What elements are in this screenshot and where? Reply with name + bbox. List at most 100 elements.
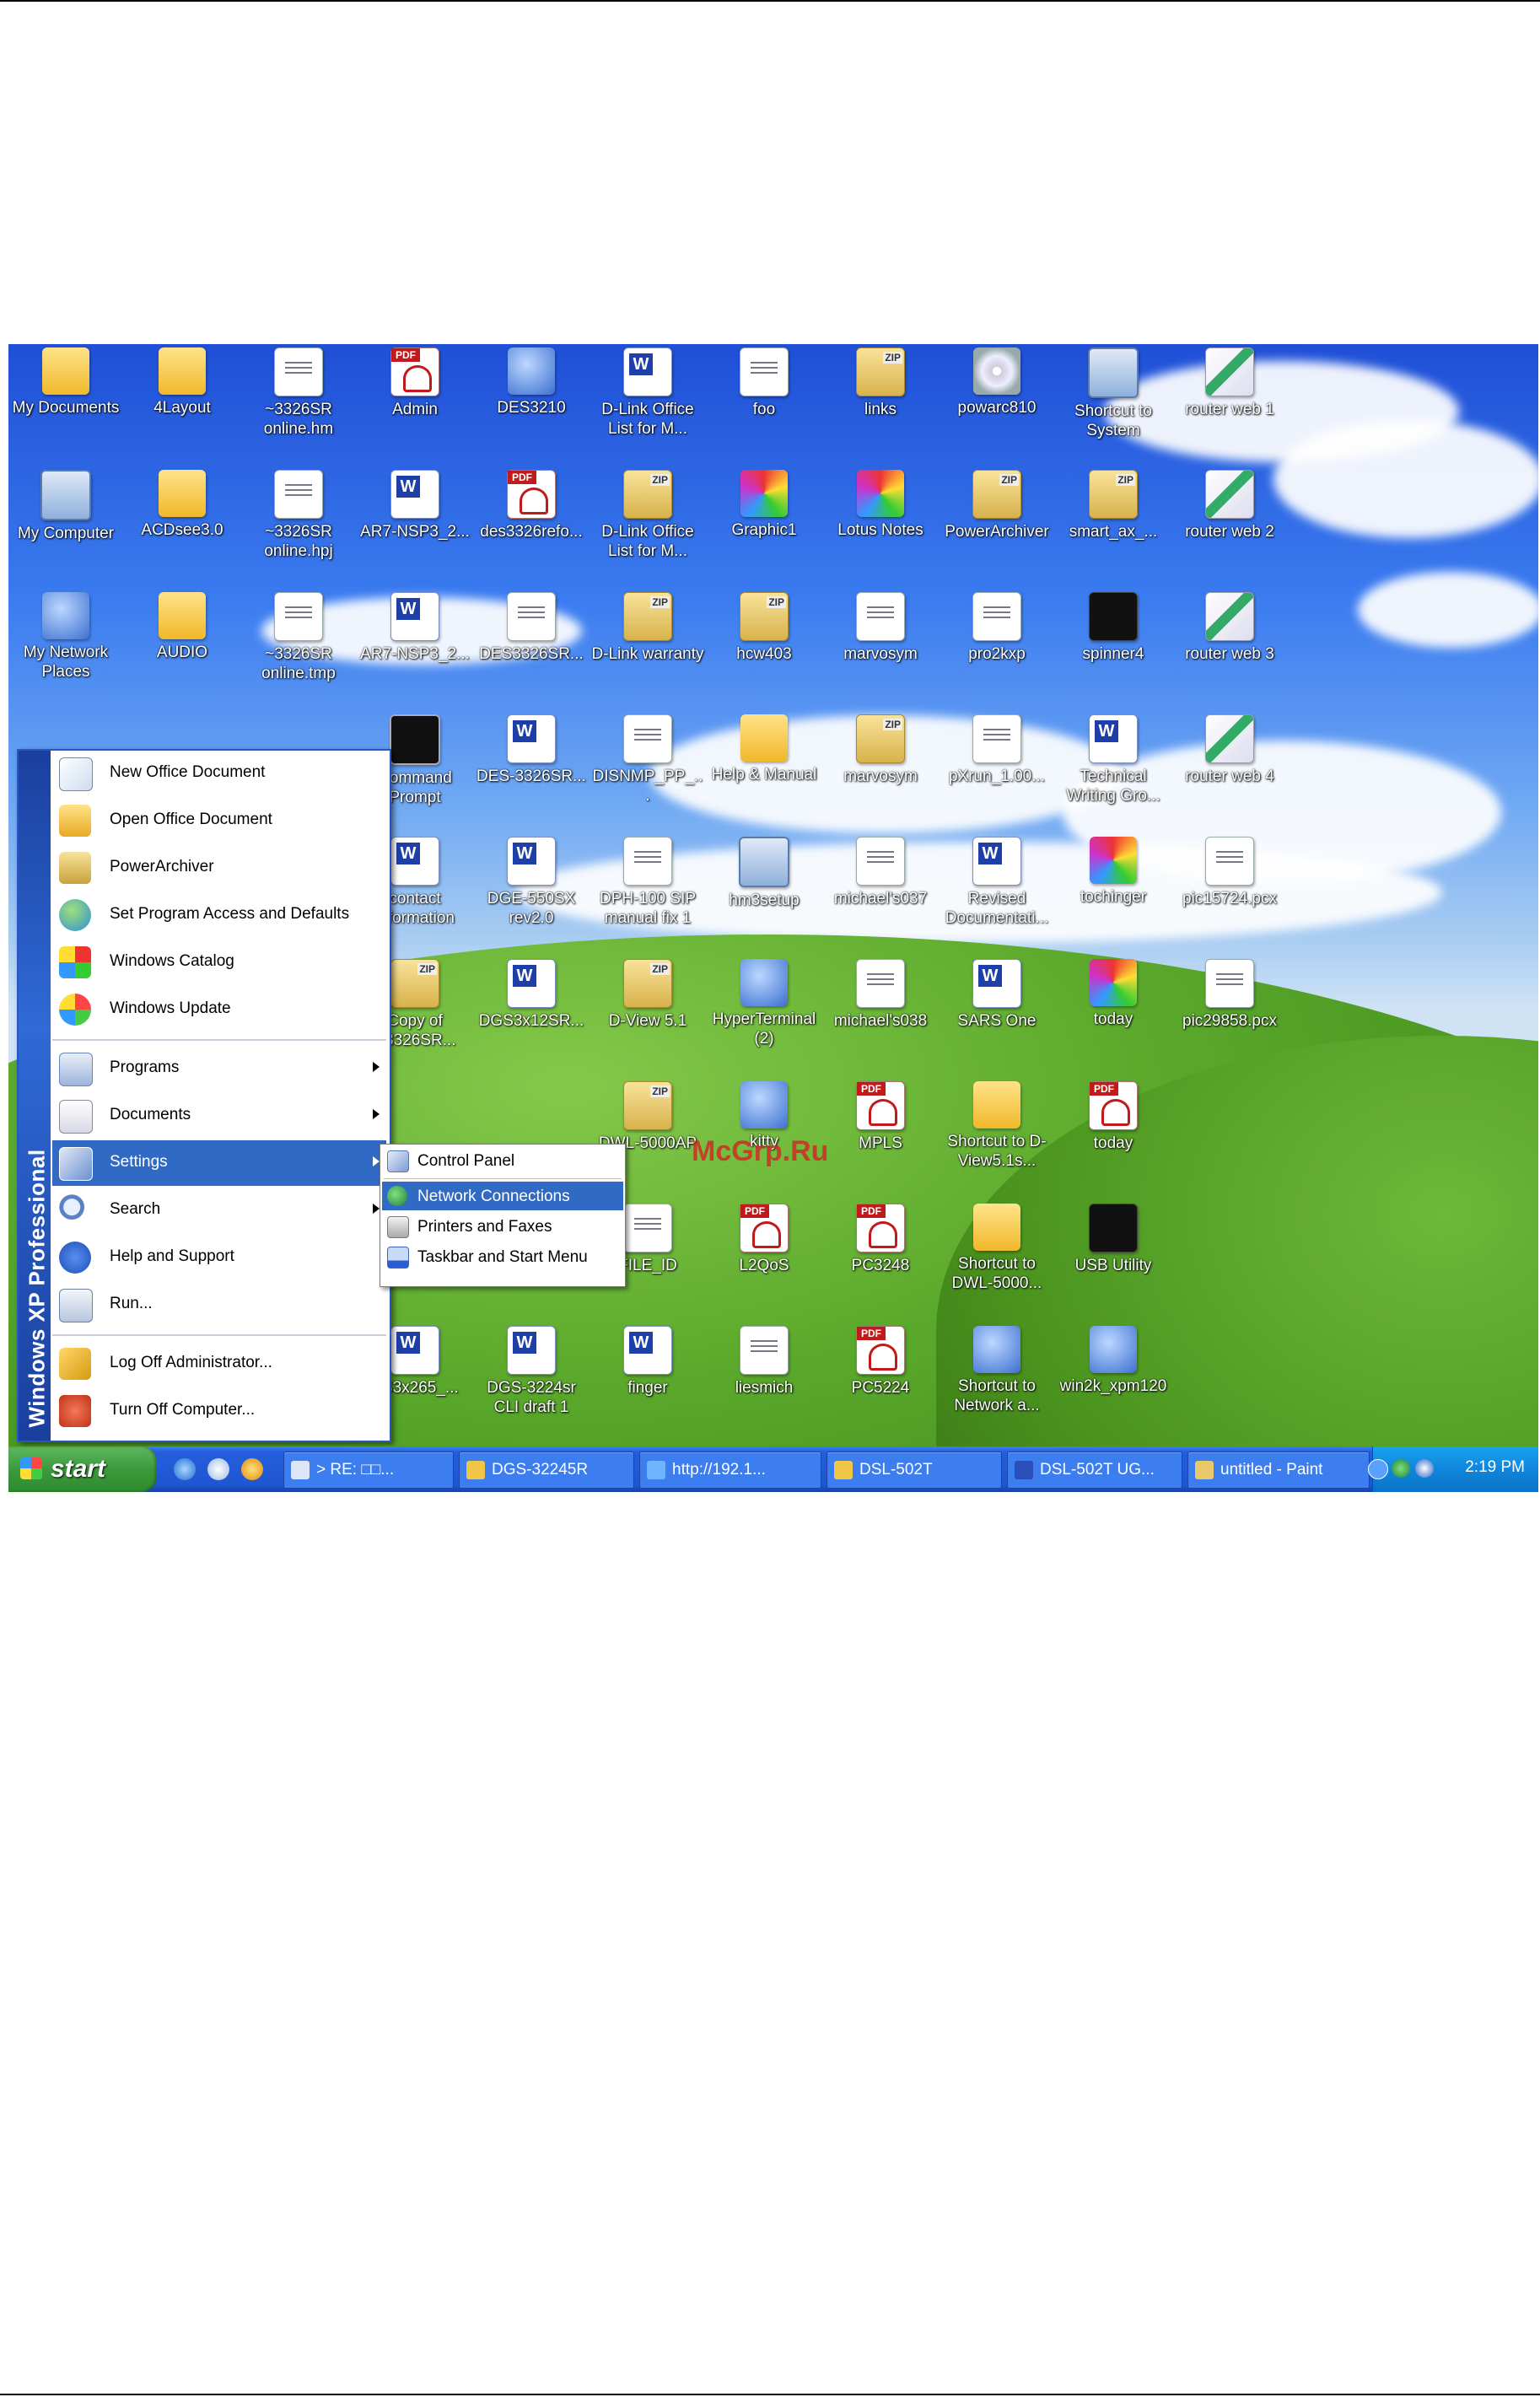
start-menu-item-log-off[interactable]: Log Off Administrator... bbox=[52, 1341, 386, 1387]
desktop-icon[interactable]: DES3326SR... bbox=[474, 589, 589, 707]
desktop-icon[interactable]: router web 3 bbox=[1172, 589, 1287, 707]
desktop-icon[interactable]: DISNMP_PP_... bbox=[590, 711, 705, 829]
desktop-icon[interactable]: router web 2 bbox=[1172, 466, 1287, 584]
desktop-icon[interactable]: My Network Places bbox=[8, 589, 123, 707]
start-menu-item-documents[interactable]: Documents bbox=[52, 1093, 386, 1139]
desktop-icon[interactable]: Revised Documentati... bbox=[940, 833, 1054, 951]
desktop-icon[interactable]: hcw403 bbox=[707, 589, 821, 707]
network-tray-icon[interactable] bbox=[1392, 1459, 1410, 1478]
desktop-icon[interactable]: router web 1 bbox=[1172, 344, 1287, 462]
taskbar-button-re[interactable]: > RE: □□... bbox=[283, 1452, 454, 1489]
desktop-icon[interactable]: hm3setup bbox=[707, 833, 821, 951]
start-menu-item-run[interactable]: Run... bbox=[52, 1282, 386, 1328]
desktop-icon[interactable]: Shortcut to DWL-5000... bbox=[940, 1200, 1054, 1318]
desktop-icon[interactable]: des3326refo... bbox=[474, 466, 589, 584]
desktop-icon[interactable]: win2k_xpm120 bbox=[1056, 1322, 1171, 1441]
start-menu-item-set-program-access[interactable]: Set Program Access and Defaults bbox=[52, 892, 386, 938]
desktop-icon[interactable]: smart_ax_... bbox=[1056, 466, 1171, 584]
desktop-icon[interactable]: D-Link warranty bbox=[590, 589, 705, 707]
desktop-icon[interactable]: SARS One bbox=[940, 956, 1054, 1074]
desktop-icon[interactable]: powarc810 bbox=[940, 344, 1054, 462]
tray-icon[interactable] bbox=[1415, 1459, 1434, 1478]
desktop-icon[interactable]: Lotus Notes bbox=[823, 466, 938, 584]
submenu-item-printers-and-faxes[interactable]: Printers and Faxes bbox=[382, 1212, 623, 1241]
desktop-icon[interactable]: DES-3326SR... bbox=[474, 711, 589, 829]
desktop-icon[interactable]: HyperTerminal (2) bbox=[707, 956, 821, 1074]
submenu-item-taskbar-and-start-menu[interactable]: Taskbar and Start Menu bbox=[382, 1242, 623, 1271]
outlook-express-icon[interactable] bbox=[207, 1458, 229, 1480]
desktop-icon[interactable]: DGE-550SX rev2.0 bbox=[474, 833, 589, 951]
desktop-icon[interactable]: Technical Writing Gro... bbox=[1056, 711, 1171, 829]
desktop-icon[interactable]: DGS3x12SR... bbox=[474, 956, 589, 1074]
start-menu-item-windows-update[interactable]: Windows Update bbox=[52, 987, 386, 1032]
media-player-icon[interactable] bbox=[241, 1458, 263, 1480]
start-menu-item-windows-catalog[interactable]: Windows Catalog bbox=[52, 940, 386, 985]
taskbar-button-http[interactable]: http://192.1... bbox=[639, 1452, 821, 1489]
desktop-icon[interactable]: today bbox=[1056, 956, 1171, 1074]
start-button[interactable]: start bbox=[8, 1446, 157, 1492]
desktop-icon[interactable]: pic29858.pcx bbox=[1172, 956, 1287, 1074]
desktop-icon[interactable]: DPH-100 SIP manual fix 1 bbox=[590, 833, 705, 951]
desktop-icon[interactable]: router web 4 bbox=[1172, 711, 1287, 829]
desktop-icon[interactable]: tochinger bbox=[1056, 833, 1171, 951]
desktop-icon[interactable]: spinner4 bbox=[1056, 589, 1171, 707]
desktop-icon[interactable]: Help & Manual bbox=[707, 711, 821, 829]
desktop-icon[interactable]: michael's038 bbox=[823, 956, 938, 1074]
desktop-icon[interactable]: Shortcut to D-View5.1s... bbox=[940, 1078, 1054, 1196]
desktop-icon[interactable]: pic15724.pcx bbox=[1172, 833, 1287, 951]
desktop-icon[interactable]: USB Utility bbox=[1056, 1200, 1171, 1318]
desktop-icon[interactable]: DES3210 bbox=[474, 344, 589, 462]
desktop-icon[interactable]: pXrun_1.00... bbox=[940, 711, 1054, 829]
chevron-right-icon bbox=[373, 1204, 380, 1214]
start-menu-item-search[interactable]: Search bbox=[52, 1188, 386, 1233]
desktop-icon[interactable]: PC5224 bbox=[823, 1322, 938, 1441]
desktop-icon[interactable]: ~3326SR online.tmp bbox=[241, 589, 356, 707]
desktop-icon[interactable]: My Computer bbox=[8, 466, 123, 584]
internet-explorer-icon[interactable] bbox=[174, 1458, 196, 1480]
start-menu-item-programs[interactable]: Programs bbox=[52, 1046, 386, 1091]
desktop-icon[interactable]: marvosym bbox=[823, 711, 938, 829]
tray-expand-icon[interactable] bbox=[1368, 1459, 1388, 1479]
desktop-icon[interactable]: Shortcut to System bbox=[1056, 344, 1171, 462]
submenu-item-control-panel[interactable]: Control Panel bbox=[382, 1146, 623, 1175]
desktop-icon[interactable]: ACDsee3.0 bbox=[125, 466, 240, 584]
desktop-icon[interactable]: Graphic1 bbox=[707, 466, 821, 584]
desktop-icon[interactable]: liesmich bbox=[707, 1322, 821, 1441]
taskbar-button-dsl-502t[interactable]: DSL-502T bbox=[827, 1452, 1002, 1489]
start-menu-item-help-and-support[interactable]: Help and Support bbox=[52, 1235, 386, 1280]
desktop-icon[interactable]: AR7-NSP3_2... bbox=[358, 466, 472, 584]
desktop-icon[interactable]: AR7-NSP3_2... bbox=[358, 589, 472, 707]
desktop-icon[interactable]: pro2kxp bbox=[940, 589, 1054, 707]
desktop-icon[interactable]: D-Link Office List for M... bbox=[590, 466, 705, 584]
desktop-icon[interactable]: ~3326SR online.hpj bbox=[241, 466, 356, 584]
desktop-icon[interactable]: MPLS bbox=[823, 1078, 938, 1196]
desktop-icon[interactable]: Admin bbox=[358, 344, 472, 462]
desktop-icon[interactable]: Shortcut to Network a... bbox=[940, 1322, 1054, 1441]
desktop-icon[interactable]: D-Link Office List for M... bbox=[590, 344, 705, 462]
desktop-icon[interactable]: today bbox=[1056, 1078, 1171, 1196]
desktop-icon[interactable]: foo bbox=[707, 344, 821, 462]
submenu-item-network-connections[interactable]: Network Connections bbox=[382, 1182, 623, 1210]
taskbar-button-untitled-paint[interactable]: untitled - Paint bbox=[1187, 1452, 1370, 1489]
desktop-icon[interactable]: PC3248 bbox=[823, 1200, 938, 1318]
desktop-icon[interactable]: My Documents bbox=[8, 344, 123, 462]
desktop-icon[interactable]: 4Layout bbox=[125, 344, 240, 462]
desktop-icon[interactable]: AUDIO bbox=[125, 589, 240, 707]
taskbar-button-dsl-502t-ug[interactable]: DSL-502T UG... bbox=[1007, 1452, 1182, 1489]
desktop-icon[interactable]: D-View 5.1 bbox=[590, 956, 705, 1074]
desktop-icon[interactable]: michael's037 bbox=[823, 833, 938, 951]
desktop-icon[interactable]: finger bbox=[590, 1322, 705, 1441]
start-menu-item-turn-off[interactable]: Turn Off Computer... bbox=[52, 1388, 386, 1434]
desktop-icon[interactable]: L2QoS bbox=[707, 1200, 821, 1318]
start-menu-item-new-office-document[interactable]: New Office Document bbox=[52, 751, 386, 796]
taskbar-button-dgs-32245r[interactable]: DGS-32245R bbox=[459, 1452, 634, 1489]
start-menu-item-open-office-document[interactable]: Open Office Document bbox=[52, 798, 386, 843]
desktop-icon[interactable]: DGS-3224sr CLI draft 1 bbox=[474, 1322, 589, 1441]
desktop-icon[interactable]: links bbox=[823, 344, 938, 462]
start-menu-item-settings[interactable]: Settings bbox=[52, 1140, 386, 1186]
desktop-icon[interactable]: ~3326SR online.hm bbox=[241, 344, 356, 462]
desktop-icon[interactable]: PowerArchiver bbox=[940, 466, 1054, 584]
desktop-icon[interactable]: marvosym bbox=[823, 589, 938, 707]
start-menu-item-powerarchiver[interactable]: PowerArchiver bbox=[52, 845, 386, 891]
desktop-icon-label: HyperTerminal (2) bbox=[712, 1010, 816, 1048]
